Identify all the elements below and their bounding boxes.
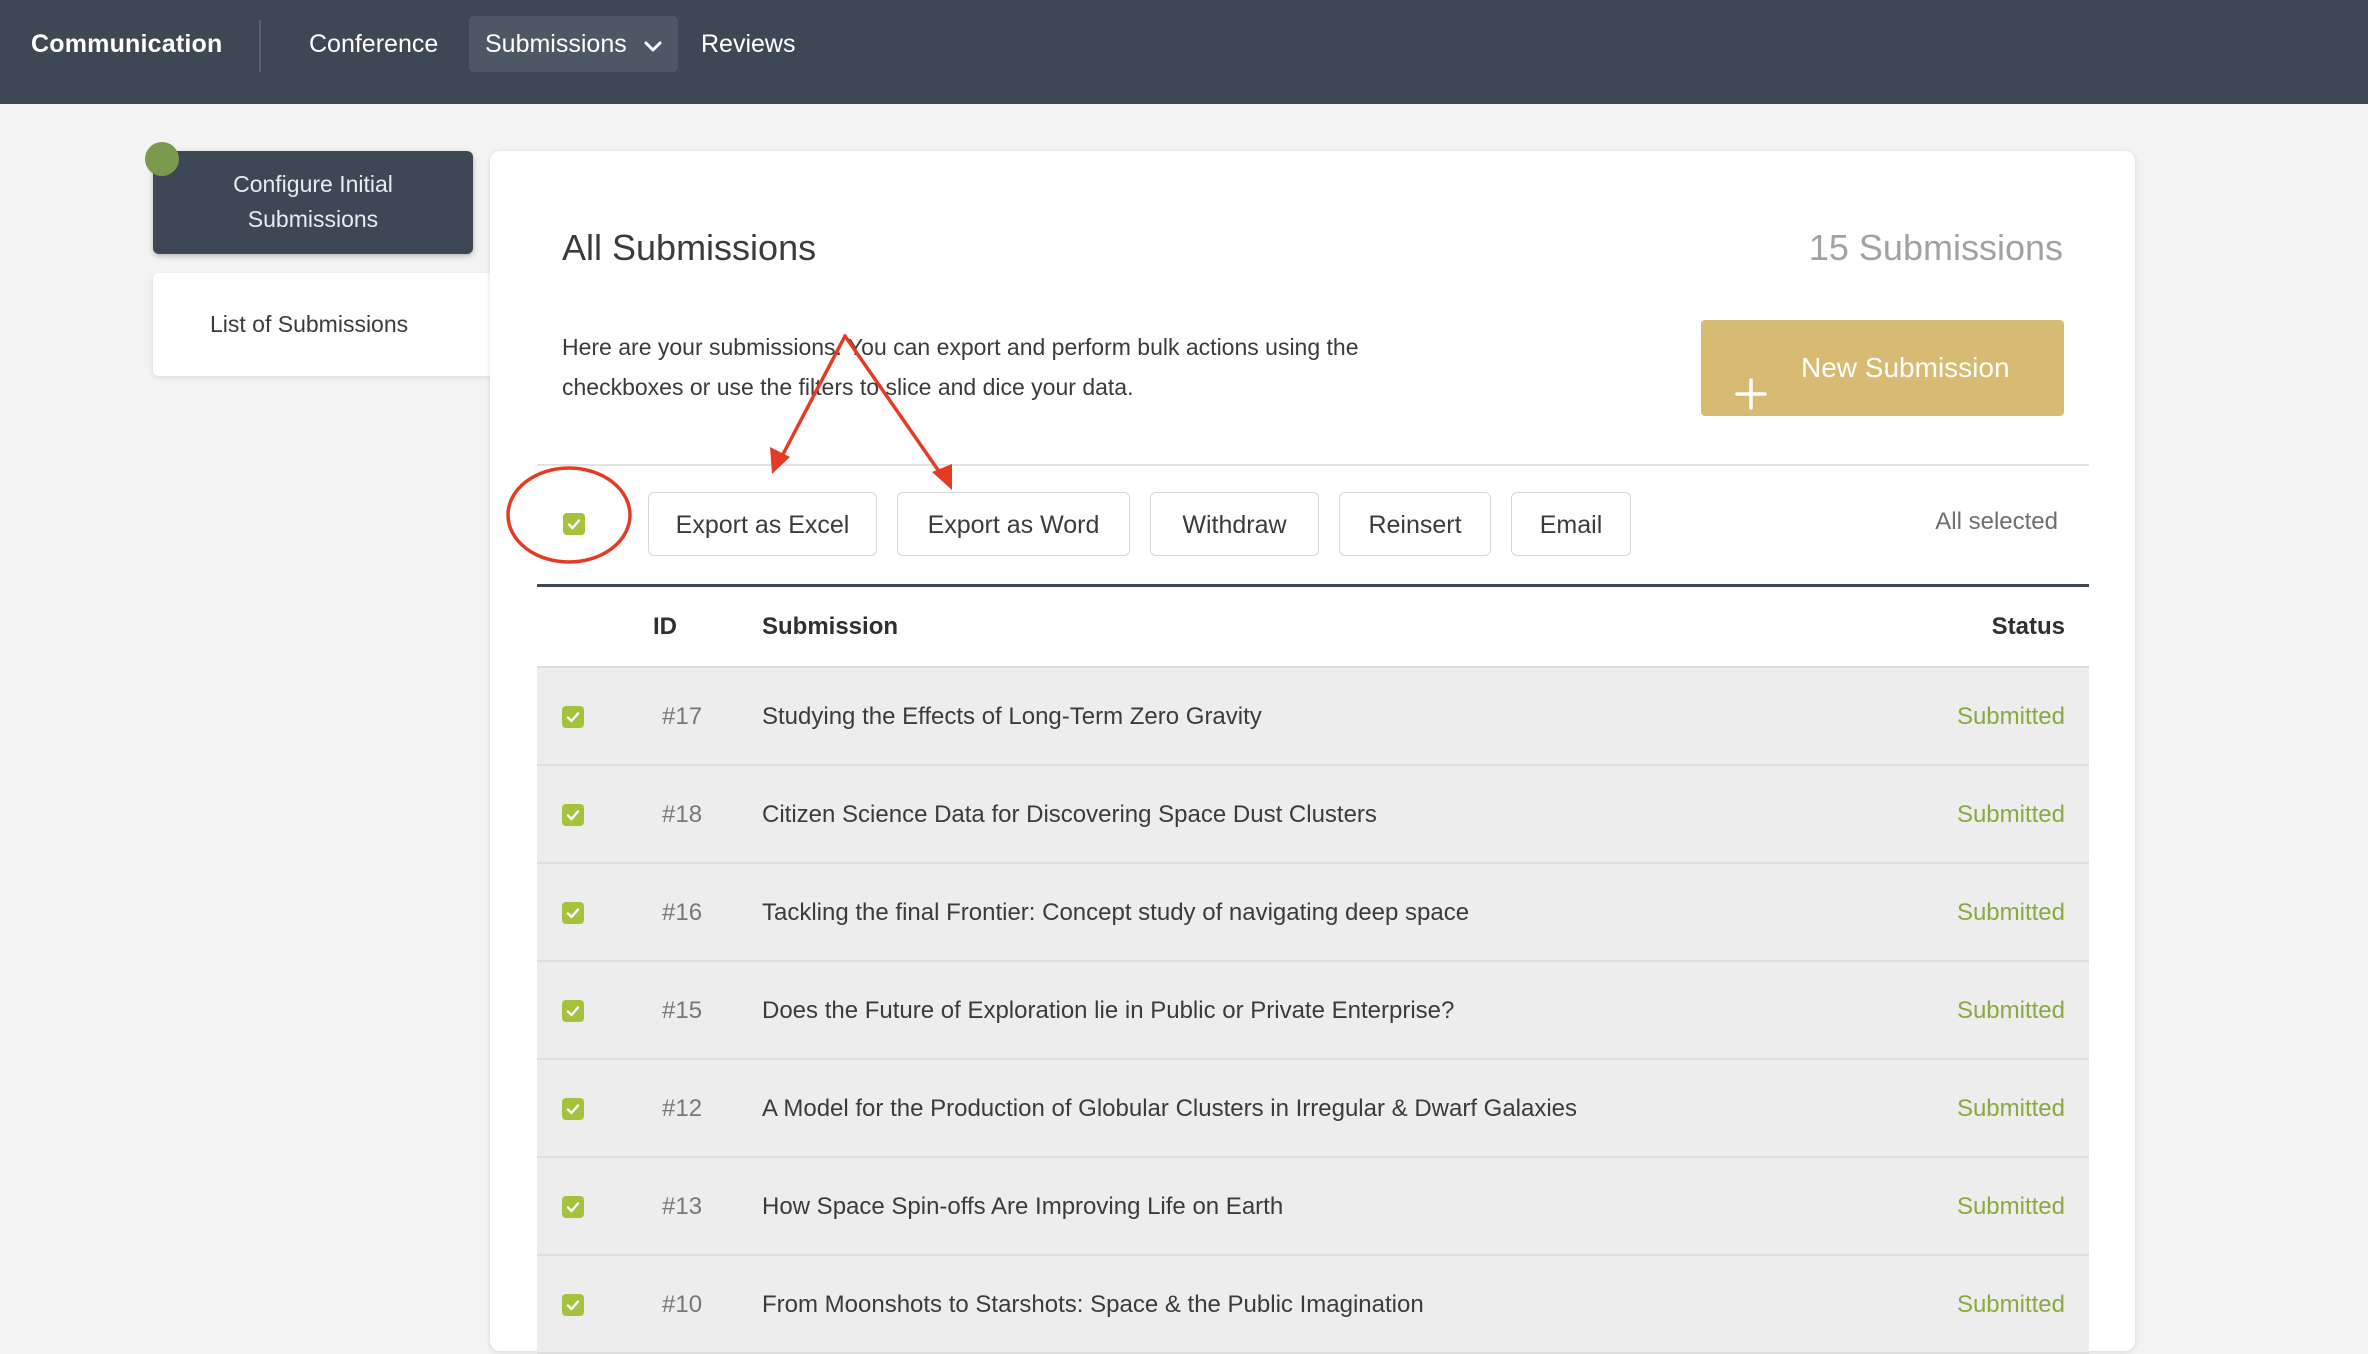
table-row[interactable]: #15 Does the Future of Exploration lie in… xyxy=(537,962,2089,1060)
page-title: All Submissions xyxy=(562,227,817,268)
sidebar-configure-initial-submissions[interactable]: Configure Initial Submissions xyxy=(153,151,473,254)
column-header-submission[interactable]: Submission xyxy=(762,587,898,667)
table-row[interactable]: #16 Tackling the final Frontier: Concept … xyxy=(537,864,2089,962)
submission-id: #13 xyxy=(662,1193,703,1220)
table-row[interactable]: #18 Citizen Science Data for Discovering … xyxy=(537,766,2089,864)
row-checkbox[interactable] xyxy=(562,706,584,728)
email-button[interactable]: Email xyxy=(1511,492,1631,556)
top-nav-bar: Communication Conference Submissions Rev… xyxy=(0,0,2368,104)
status-badge: Submitted xyxy=(1956,801,2065,828)
status-badge: Submitted xyxy=(1956,899,2065,926)
submission-title[interactable]: Studying the Effects of Long-Term Zero G… xyxy=(762,668,1262,766)
row-checkbox[interactable] xyxy=(562,804,584,826)
plus-icon xyxy=(1735,353,1767,449)
nav-conference[interactable]: Conference xyxy=(309,0,438,88)
submission-title[interactable]: Citizen Science Data for Discovering Spa… xyxy=(762,766,1377,864)
table-row[interactable]: #17 Studying the Effects of Long-Term Zer… xyxy=(537,668,2089,766)
export-word-button[interactable]: Export as Word xyxy=(897,492,1130,556)
nav-reviews[interactable]: Reviews xyxy=(701,0,795,88)
submission-id: #18 xyxy=(662,801,703,828)
select-all-checkbox[interactable] xyxy=(563,513,585,535)
submission-title[interactable]: How Space Spin-offs Are Improving Life o… xyxy=(762,1158,1283,1256)
sidebar-list-of-submissions[interactable]: List of Submissions xyxy=(153,273,493,376)
divider xyxy=(537,464,2089,466)
row-checkbox[interactable] xyxy=(562,1098,584,1120)
withdraw-button[interactable]: Withdraw xyxy=(1150,492,1319,556)
row-checkbox[interactable] xyxy=(562,1294,584,1316)
submission-title[interactable]: Tackling the final Frontier: Concept stu… xyxy=(762,864,1469,962)
row-checkbox[interactable] xyxy=(562,902,584,924)
row-checkbox[interactable] xyxy=(562,1000,584,1022)
nav-submissions[interactable]: Submissions xyxy=(469,16,678,72)
reinsert-button[interactable]: Reinsert xyxy=(1339,492,1491,556)
submission-id: #12 xyxy=(662,1095,703,1122)
nav-submissions-label: Submissions xyxy=(485,30,627,58)
row-checkbox[interactable] xyxy=(562,1196,584,1218)
table-header: ID Submission Status xyxy=(537,584,2089,668)
nav-divider xyxy=(259,20,261,72)
brand-link[interactable]: Communication xyxy=(31,0,223,88)
submission-id: #16 xyxy=(662,899,703,926)
submission-title[interactable]: Does the Future of Exploration lie in Pu… xyxy=(762,962,1454,1060)
export-excel-button[interactable]: Export as Excel xyxy=(648,492,877,556)
table-row[interactable]: #12 A Model for the Production of Globula… xyxy=(537,1060,2089,1158)
sidebar-item-label: Configure Initial Submissions xyxy=(233,171,393,232)
submission-id: #15 xyxy=(662,997,703,1024)
new-submission-button[interactable]: New Submission xyxy=(1701,320,2064,416)
status-dot xyxy=(145,142,179,176)
column-header-status[interactable]: Status xyxy=(1992,587,2065,667)
status-badge: Submitted xyxy=(1956,1291,2065,1318)
sidebar-item-label: List of Submissions xyxy=(210,311,409,337)
status-badge: Submitted xyxy=(1956,997,2065,1024)
status-badge: Submitted xyxy=(1956,1193,2065,1220)
chevron-down-icon xyxy=(644,17,662,73)
page-description: Here are your submissions. You can expor… xyxy=(562,334,1359,400)
submission-title[interactable]: A Model for the Production of Globular C… xyxy=(762,1060,1577,1158)
submission-id: #17 xyxy=(662,703,703,730)
status-badge: Submitted xyxy=(1956,1095,2065,1122)
submission-title[interactable]: From Moonshots to Starshots: Space & the… xyxy=(762,1256,1424,1354)
table-row[interactable]: #13 How Space Spin-offs Are Improving Lif… xyxy=(537,1158,2089,1256)
new-submission-label: New Submission xyxy=(1801,352,2010,383)
status-badge: Submitted xyxy=(1956,703,2065,730)
table-row[interactable]: #10 From Moonshots to Starshots: Space & … xyxy=(537,1256,2089,1354)
column-header-id[interactable]: ID xyxy=(653,587,677,667)
submission-count: 15 Submissions xyxy=(1808,227,2063,268)
submission-id: #10 xyxy=(662,1291,703,1318)
selection-status: All selected xyxy=(1935,508,2058,535)
